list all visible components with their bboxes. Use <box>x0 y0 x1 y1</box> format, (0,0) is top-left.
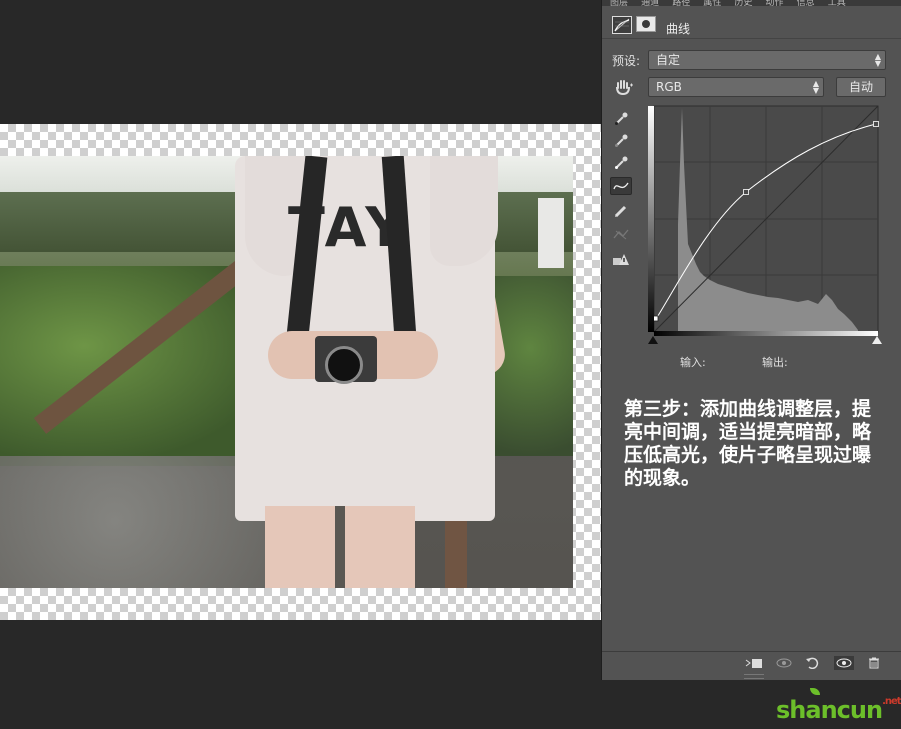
panel-resize-grip[interactable] <box>744 674 764 679</box>
auto-button[interactable]: 自动 <box>836 77 886 97</box>
output-label: 输出: <box>762 356 788 369</box>
eyedropper-gray-icon[interactable] <box>610 132 632 150</box>
watermark-suffix: .net <box>882 696 901 707</box>
watermark-main: shancun <box>776 696 883 724</box>
watermark-leaf-icon <box>810 688 820 695</box>
curves-adjustment-icon[interactable] <box>612 16 632 34</box>
eyedropper-black-icon[interactable] <box>610 110 632 128</box>
reset-icon[interactable] <box>802 656 822 670</box>
layer-mask-icon[interactable] <box>636 16 656 32</box>
photo-pole <box>538 198 564 268</box>
preset-label: 预设: <box>612 54 641 68</box>
site-watermark: shancun.net <box>776 696 901 724</box>
trash-icon[interactable] <box>864 656 884 670</box>
visibility-eye-icon[interactable] <box>834 656 854 670</box>
white-point-slider[interactable] <box>872 336 882 344</box>
curves-graph[interactable] <box>648 104 880 338</box>
eyedropper-white-icon[interactable] <box>610 154 632 172</box>
select-arrows-icon: ▲ ▼ <box>874 52 881 68</box>
pencil-icon[interactable] <box>610 202 632 220</box>
output-gradient-bar <box>648 106 654 332</box>
input-gradient-bar <box>654 331 878 336</box>
smooth-curve-icon[interactable] <box>610 225 632 243</box>
photo-sleeve-right <box>430 156 498 266</box>
tutorial-annotation: 第三步：添加曲线调整层，提亮中间调，适当提亮暗部，略压低高光，使片子略呈现过曝的… <box>624 398 872 489</box>
preset-select-value: 自定 <box>656 53 681 67</box>
photo-layer[interactable]: TAY <box>0 156 573 588</box>
input-label: 输入: <box>680 356 706 369</box>
preset-select[interactable]: 自定 ▲ ▼ <box>648 50 886 70</box>
properties-panel: 图层 通道 路径 属性 历史 动作 信息 工具 曲线 预设: 自定 ▲ ▼ RGB <box>601 0 901 680</box>
channel-select-value: RGB <box>656 80 682 94</box>
black-point-slider[interactable] <box>648 336 658 344</box>
clip-to-layer-icon[interactable] <box>744 656 764 670</box>
panel-bottom-bar <box>602 651 901 674</box>
panel-title-row: 曲线 <box>602 6 901 39</box>
document-canvas[interactable]: TAY <box>0 0 601 729</box>
photo-camera-lens <box>325 346 363 384</box>
targeted-adjust-hand-icon[interactable] <box>614 78 634 96</box>
clipping-warning-icon[interactable] <box>610 250 632 268</box>
photo-leg-gap <box>335 506 345 588</box>
channel-select[interactable]: RGB ▲ ▼ <box>648 77 824 97</box>
curve-edit-icon[interactable] <box>610 177 632 195</box>
panel-title: 曲线 <box>666 22 691 36</box>
view-previous-icon[interactable] <box>774 656 794 670</box>
select-arrows-icon: ▲ ▼ <box>812 79 819 95</box>
